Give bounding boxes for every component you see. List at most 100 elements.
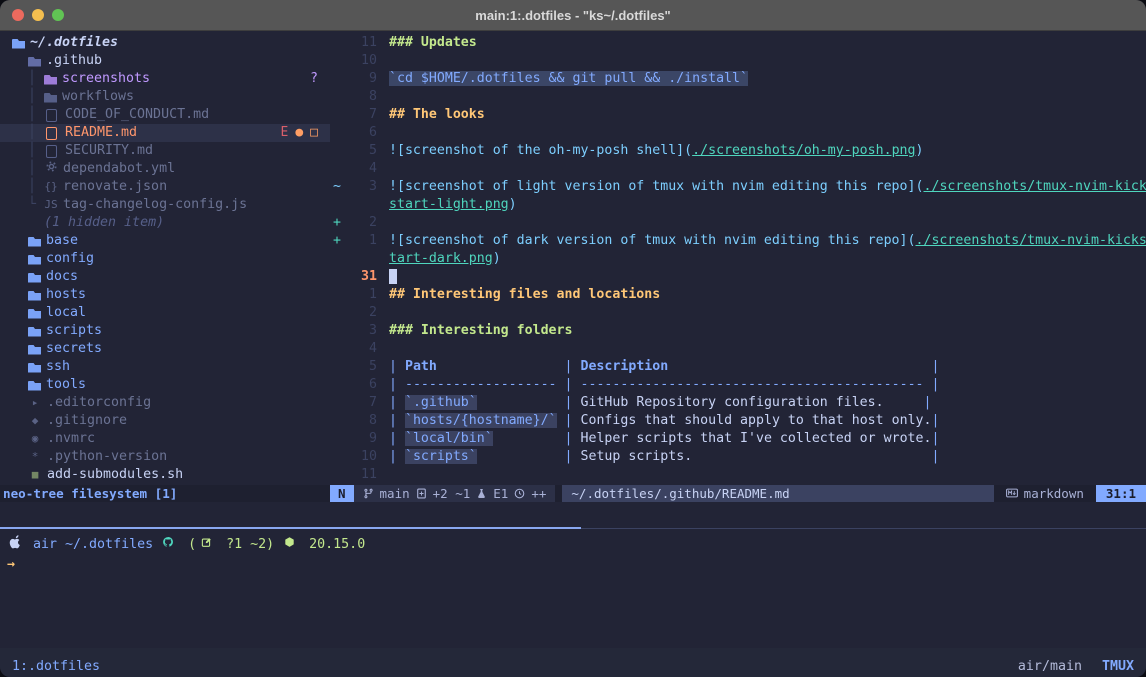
shell-input-line[interactable]: → [7, 556, 1146, 574]
tree-item-.github[interactable]: .github [0, 52, 330, 70]
editor-line[interactable]: 2 [330, 304, 1146, 322]
editor-line[interactable]: 10 [330, 52, 1146, 70]
prompt-text: ?1 ~2) [226, 536, 274, 554]
editor-line[interactable]: tart-dark.png) [330, 250, 1146, 268]
shell-pane[interactable]: air~/.dotfiles(?1 ~2)20.15.0 → [0, 529, 1146, 648]
gutter-sign [330, 340, 347, 358]
neo-tree-statusline: neo-tree filesystem [1] [0, 485, 330, 502]
gutter-sign [330, 106, 347, 124]
tree-item-ssh[interactable]: ssh [0, 358, 330, 376]
tree-item--.dotfiles[interactable]: ~/.dotfiles [0, 34, 330, 52]
tree-item-add-submodules.sh[interactable]: ■add-submodules.sh [0, 466, 330, 484]
tree-item-readme.md[interactable]: │README.mdE●□ [0, 124, 330, 142]
tree-guide: │ [28, 142, 44, 160]
folder-open-icon [28, 57, 41, 67]
editor-line[interactable]: 7## The looks [330, 106, 1146, 124]
line-number: 7 [347, 394, 377, 412]
editor-line[interactable]: start-light.png) [330, 196, 1146, 214]
window-title: main:1:.dotfiles - "ks~/.dotfiles" [0, 8, 1146, 23]
node-icon [282, 536, 296, 554]
gutter-sign: ~ [330, 178, 347, 196]
editor-line[interactable]: 10| `scripts` | Setup scripts. | [330, 448, 1146, 466]
folder-icon [44, 93, 57, 103]
tree-item-.gitignore[interactable]: ◆.gitignore [0, 412, 330, 430]
tree-item--1-hidden-item-[interactable]: (1 hidden item) [0, 214, 330, 232]
gutter-sign [330, 70, 347, 88]
git-status-badges: ? [310, 70, 318, 88]
branch-name: main [380, 485, 410, 502]
gutter-sign [330, 196, 347, 214]
tmux-window-label[interactable]: 1:.dotfiles [12, 659, 100, 674]
editor-line[interactable]: 9| `local/bin` | Helper scripts that I'v… [330, 430, 1146, 448]
editor-line[interactable]: 8| `hosts/{hostname}/` | Configs that sh… [330, 412, 1146, 430]
tree-item-security.md[interactable]: │SECURITY.md [0, 142, 330, 160]
inactive-pane-border [581, 528, 1146, 529]
filetype-segment: markdown [1006, 485, 1096, 502]
tree-item-.python-version[interactable]: *.python-version [0, 448, 330, 466]
editor-buffer[interactable]: 11### Updates109`cd $HOME/.dotfiles && g… [330, 31, 1146, 485]
tree-item-secrets[interactable]: secrets [0, 340, 330, 358]
folder-open-icon [12, 39, 25, 49]
tree-item-hosts[interactable]: hosts [0, 286, 330, 304]
line-number: 1 [347, 286, 377, 304]
tree-item-base[interactable]: base [0, 232, 330, 250]
line-number: 5 [347, 142, 377, 160]
editor-line[interactable]: 9`cd $HOME/.dotfiles && git pull && ./in… [330, 70, 1146, 88]
tmux-pane-border[interactable] [0, 527, 1146, 529]
editor-line[interactable]: +2 [330, 214, 1146, 232]
editor-line[interactable]: 6| ------------------- | ---------------… [330, 376, 1146, 394]
tree-item-local[interactable]: local [0, 304, 330, 322]
editor-line[interactable]: ~3![screenshot of light version of tmux … [330, 178, 1146, 196]
editor-line[interactable]: 1## Interesting files and locations [330, 286, 1146, 304]
folder-icon [28, 363, 41, 373]
tree-item-tag-changelog-config.js[interactable]: └JStag-changelog-config.js [0, 196, 330, 214]
tree-item-renovate.json[interactable]: │{}renovate.json [0, 178, 330, 196]
titlebar: main:1:.dotfiles - "ks~/.dotfiles" [0, 0, 1146, 31]
tree-item-.editorconfig[interactable]: ▸.editorconfig [0, 394, 330, 412]
git-branch-icon [363, 488, 374, 499]
file-icon [46, 127, 57, 140]
tree-item-tools[interactable]: tools [0, 376, 330, 394]
diagnostics-count: E1 [493, 485, 508, 502]
line-number: 1 [347, 232, 377, 250]
tree-item-.nvmrc[interactable]: ◉.nvmrc [0, 430, 330, 448]
prompt-symbol: → [7, 557, 15, 572]
editor-line[interactable]: 7| `.github` | GitHub Repository configu… [330, 394, 1146, 412]
line-number: 6 [347, 376, 377, 394]
tmux-status-bar: 1:.dotfiles air/main TMUX [0, 648, 1146, 677]
gutter-sign [330, 412, 347, 430]
gutter-sign [330, 394, 347, 412]
editor-line[interactable]: 6 [330, 124, 1146, 142]
mode-indicator: N [330, 485, 354, 502]
pencil-box-icon [199, 536, 213, 554]
tree-item-scripts[interactable]: scripts [0, 322, 330, 340]
filetype-label: markdown [1024, 485, 1084, 502]
folder-icon [28, 273, 41, 283]
editor-line[interactable]: 8 [330, 88, 1146, 106]
tree-item-code-of-conduct.md[interactable]: │CODE_OF_CONDUCT.md [0, 106, 330, 124]
editor-line[interactable]: 4 [330, 340, 1146, 358]
editor-line[interactable]: 5| Path | Description | [330, 358, 1146, 376]
tree-guide: │ [28, 124, 44, 142]
tree-item-screenshots[interactable]: │screenshots? [0, 70, 330, 88]
terminal-window: main:1:.dotfiles - "ks~/.dotfiles" ~/.do… [0, 0, 1146, 677]
beaker-icon [476, 488, 487, 499]
editor-line[interactable]: +1![screenshot of dark version of tmux w… [330, 232, 1146, 250]
line-number: 9 [347, 430, 377, 448]
tree-item-dependabot.yml[interactable]: │dependabot.yml [0, 160, 330, 178]
tree-guide [28, 214, 44, 232]
gutter-sign: + [330, 214, 347, 232]
editor-line[interactable]: 11 [330, 466, 1146, 484]
diff-counts: +2 ~1 [433, 485, 471, 502]
editor-line[interactable]: 4 [330, 160, 1146, 178]
tree-item-config[interactable]: config [0, 250, 330, 268]
editor-line[interactable]: 5![screenshot of the oh-my-posh shell](.… [330, 142, 1146, 160]
editor-line[interactable]: 3### Interesting folders [330, 322, 1146, 340]
tree-item-docs[interactable]: docs [0, 268, 330, 286]
prompt-text: ~/.dotfiles [65, 536, 153, 554]
editor-line[interactable]: 11### Updates [330, 34, 1146, 52]
editor-line[interactable]: 31 [330, 268, 1146, 286]
gutter-sign [330, 376, 347, 394]
line-number: 3 [347, 178, 377, 196]
tree-item-workflows[interactable]: │workflows [0, 88, 330, 106]
